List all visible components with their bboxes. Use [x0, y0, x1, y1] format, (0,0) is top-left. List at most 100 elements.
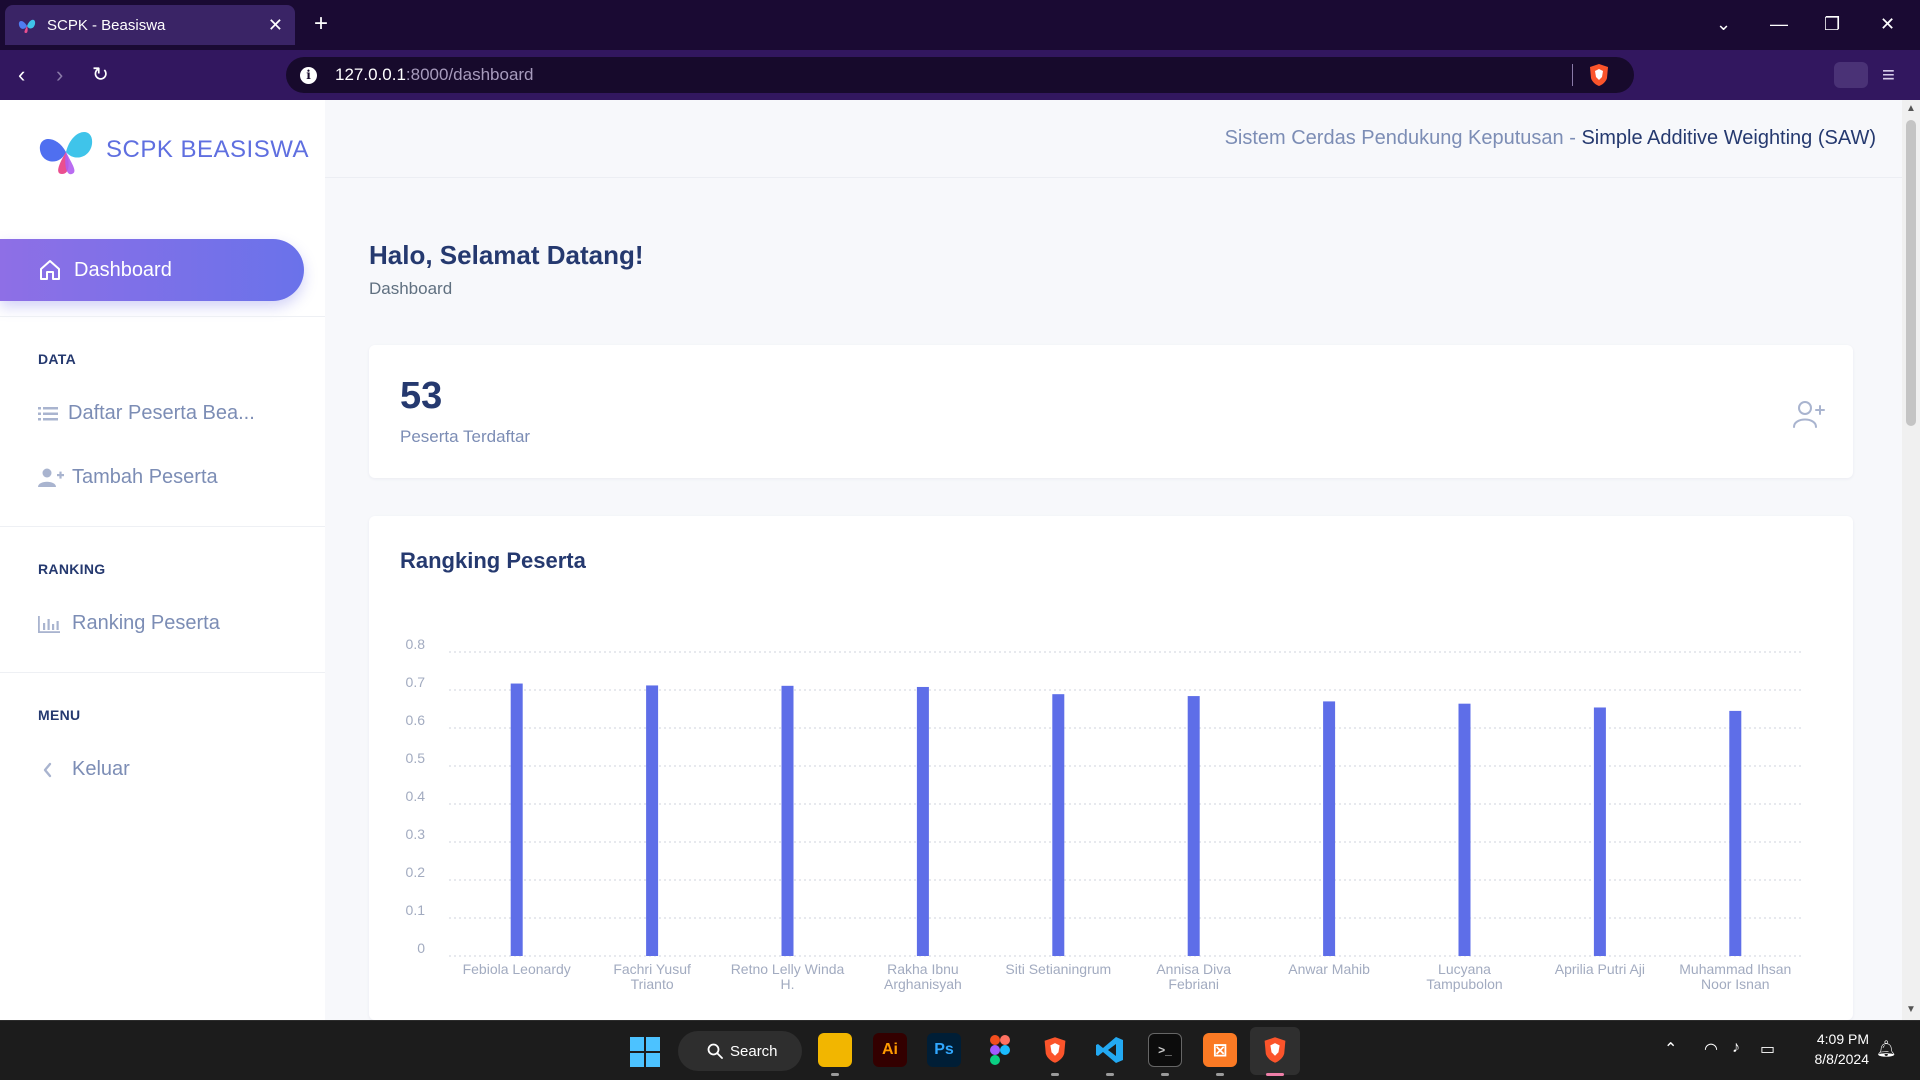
- browser-tab-strip: SCPK - Beasiswa ✕ + ⌄ — ❐ ✕: [0, 0, 1920, 50]
- x-tick-label: Siti Setianingrum: [1005, 961, 1111, 977]
- clock-date[interactable]: 8/8/2024: [1797, 1051, 1870, 1067]
- active-indicator: [1266, 1073, 1284, 1076]
- file-explorer-icon[interactable]: [818, 1033, 852, 1067]
- address-bar[interactable]: i 127.0.0.1:8000/dashboard: [286, 57, 1634, 93]
- chart-bar: [510, 683, 523, 956]
- search-icon: [707, 1043, 723, 1059]
- bar-chart-icon: [38, 615, 60, 633]
- browser-menu-icon[interactable]: ≡: [1882, 64, 1895, 86]
- sidebar-item-label: Keluar: [72, 758, 130, 780]
- ranking-chart-card: Rangking Peserta 0 0.1 0.2 0.3 0.4 0.5 0.6 0.7 0…: [369, 516, 1853, 1020]
- url-host: 127.0.0.1: [335, 65, 406, 84]
- list-icon: [38, 406, 58, 420]
- terminal-icon[interactable]: >_: [1148, 1033, 1182, 1067]
- chart-bar: [1052, 694, 1065, 956]
- sidebar-item-dashboard[interactable]: Dashboard: [0, 239, 304, 301]
- top-header: Sistem Cerdas Pendukung Keputusan - Simp…: [325, 100, 1902, 178]
- y-tick-label: 0.4: [406, 788, 426, 804]
- x-tick-label: Noor Isnan: [1701, 976, 1769, 992]
- sidebar-item-ranking-peserta[interactable]: Ranking Peserta: [38, 612, 220, 635]
- notification-bell-icon[interactable]: 🔔︎: [1876, 1039, 1896, 1059]
- brave-shield-icon[interactable]: [1586, 62, 1612, 88]
- y-tick-label: 0.8: [406, 636, 426, 652]
- sidebar-item-tambah-peserta[interactable]: Tambah Peserta: [38, 466, 218, 489]
- x-tick-label: Retno Lelly Winda: [731, 961, 845, 977]
- tab-list-chevron-icon[interactable]: ⌄: [1716, 14, 1731, 34]
- app-subtitle-method: Simple Additive Weighting (SAW): [1581, 127, 1876, 149]
- browser-tab-active[interactable]: SCPK - Beasiswa ✕: [5, 5, 295, 45]
- y-tick-label: 0.5: [406, 750, 426, 766]
- ranking-bar-chart: 0 0.1 0.2 0.3 0.4 0.5 0.6 0.7 0.8 Febiola Leonard…: [406, 636, 1803, 992]
- butterfly-logo-icon: [39, 132, 93, 175]
- y-tick-label: 0: [417, 940, 425, 956]
- y-tick-label: 0.6: [406, 712, 426, 728]
- breadcrumb[interactable]: Dashboard: [369, 279, 452, 299]
- x-tick-label: Muhammad Ihsan: [1679, 961, 1791, 977]
- taskbar-search-label: Search: [730, 1042, 778, 1060]
- divider: [0, 316, 325, 317]
- minimize-icon[interactable]: —: [1770, 14, 1788, 34]
- x-tick-label: Arghanisyah: [884, 976, 962, 992]
- stat-card: 53 Peserta Terdaftar: [369, 345, 1853, 478]
- running-indicator: [831, 1073, 839, 1076]
- taskbar-search[interactable]: Search: [678, 1031, 802, 1071]
- brave-browser-icon[interactable]: [1258, 1033, 1292, 1067]
- vscode-icon[interactable]: [1093, 1033, 1127, 1067]
- brand[interactable]: SCPK BEASISWA: [36, 122, 309, 178]
- page-scrollbar[interactable]: ▲ ▼: [1902, 100, 1920, 1020]
- user-plus-icon: [38, 468, 64, 487]
- running-indicator: [1161, 1073, 1169, 1076]
- figma-icon[interactable]: [983, 1033, 1017, 1067]
- profile-icon[interactable]: [1834, 62, 1868, 88]
- stat-value: 53: [400, 375, 443, 417]
- tab-close-icon[interactable]: ✕: [268, 16, 283, 34]
- forward-arrow-icon[interactable]: ›: [56, 62, 63, 88]
- battery-icon[interactable]: ▭: [1760, 1039, 1775, 1059]
- scrollbar-thumb[interactable]: [1906, 120, 1916, 426]
- sidebar-item-label: Daftar Peserta Bea...: [68, 402, 255, 424]
- photoshop-icon[interactable]: Ps: [927, 1033, 961, 1067]
- user-plus-icon: [1793, 401, 1825, 428]
- brand-name: SCPK BEASISWA: [106, 136, 309, 163]
- tray-overflow-icon[interactable]: ⌃: [1664, 1039, 1677, 1059]
- x-tick-label: H.: [781, 976, 795, 992]
- y-tick-label: 0.1: [406, 902, 426, 918]
- windows-start-icon[interactable]: [630, 1037, 660, 1067]
- chart-bar: [1187, 696, 1200, 956]
- reload-icon[interactable]: ↻: [92, 62, 109, 88]
- chevron-left-icon: [43, 762, 52, 777]
- back-arrow-icon[interactable]: ‹: [18, 62, 25, 88]
- clock-time[interactable]: 4:09 PM: [1805, 1031, 1869, 1047]
- app-subtitle-prefix: Sistem Cerdas Pendukung Keputusan -: [1224, 127, 1582, 149]
- sidebar-item-label: Dashboard: [74, 258, 172, 281]
- sidebar-item-keluar[interactable]: Keluar: [38, 758, 130, 781]
- address-separator: [1572, 64, 1573, 86]
- scroll-down-icon[interactable]: ▼: [1906, 1004, 1916, 1015]
- scroll-up-icon[interactable]: ▲: [1906, 103, 1916, 114]
- running-indicator: [1051, 1073, 1059, 1076]
- close-window-icon[interactable]: ✕: [1880, 14, 1895, 34]
- x-tick-label: Febriani: [1168, 976, 1219, 992]
- xampp-icon[interactable]: ⊠: [1203, 1033, 1237, 1067]
- x-tick-label: Rakha Ibnu: [887, 961, 959, 977]
- site-info-icon[interactable]: i: [300, 66, 317, 84]
- x-tick-label: Tampubolon: [1426, 976, 1502, 992]
- section-label-data: DATA: [38, 351, 77, 367]
- section-label-menu: MENU: [38, 707, 81, 723]
- illustrator-icon[interactable]: Ai: [873, 1033, 907, 1067]
- divider: [0, 526, 325, 527]
- restore-icon[interactable]: ❐: [1824, 14, 1840, 34]
- x-tick-label: Aprilia Putri Aji: [1555, 961, 1645, 977]
- x-tick-label: Annisa Diva: [1156, 961, 1231, 977]
- chart-bar: [646, 685, 659, 956]
- volume-icon[interactable]: ♪: [1732, 1039, 1740, 1057]
- chart-bar: [1729, 710, 1742, 956]
- x-tick-label: Trianto: [631, 976, 674, 992]
- new-tab-button[interactable]: +: [314, 12, 328, 36]
- sidebar: SCPK BEASISWA Dashboard DATA Daftar Pese…: [0, 100, 325, 1020]
- chart-bar: [781, 685, 794, 956]
- wifi-icon[interactable]: ◠: [1704, 1039, 1718, 1059]
- windows-taskbar: Search Ai Ps >_ ⊠ ⌃ ◠ ♪ ▭ 4:09 PM 8/8/20…: [0, 1020, 1920, 1080]
- sidebar-item-daftar-peserta[interactable]: Daftar Peserta Bea...: [38, 402, 255, 425]
- brave-beta-icon[interactable]: [1038, 1033, 1072, 1067]
